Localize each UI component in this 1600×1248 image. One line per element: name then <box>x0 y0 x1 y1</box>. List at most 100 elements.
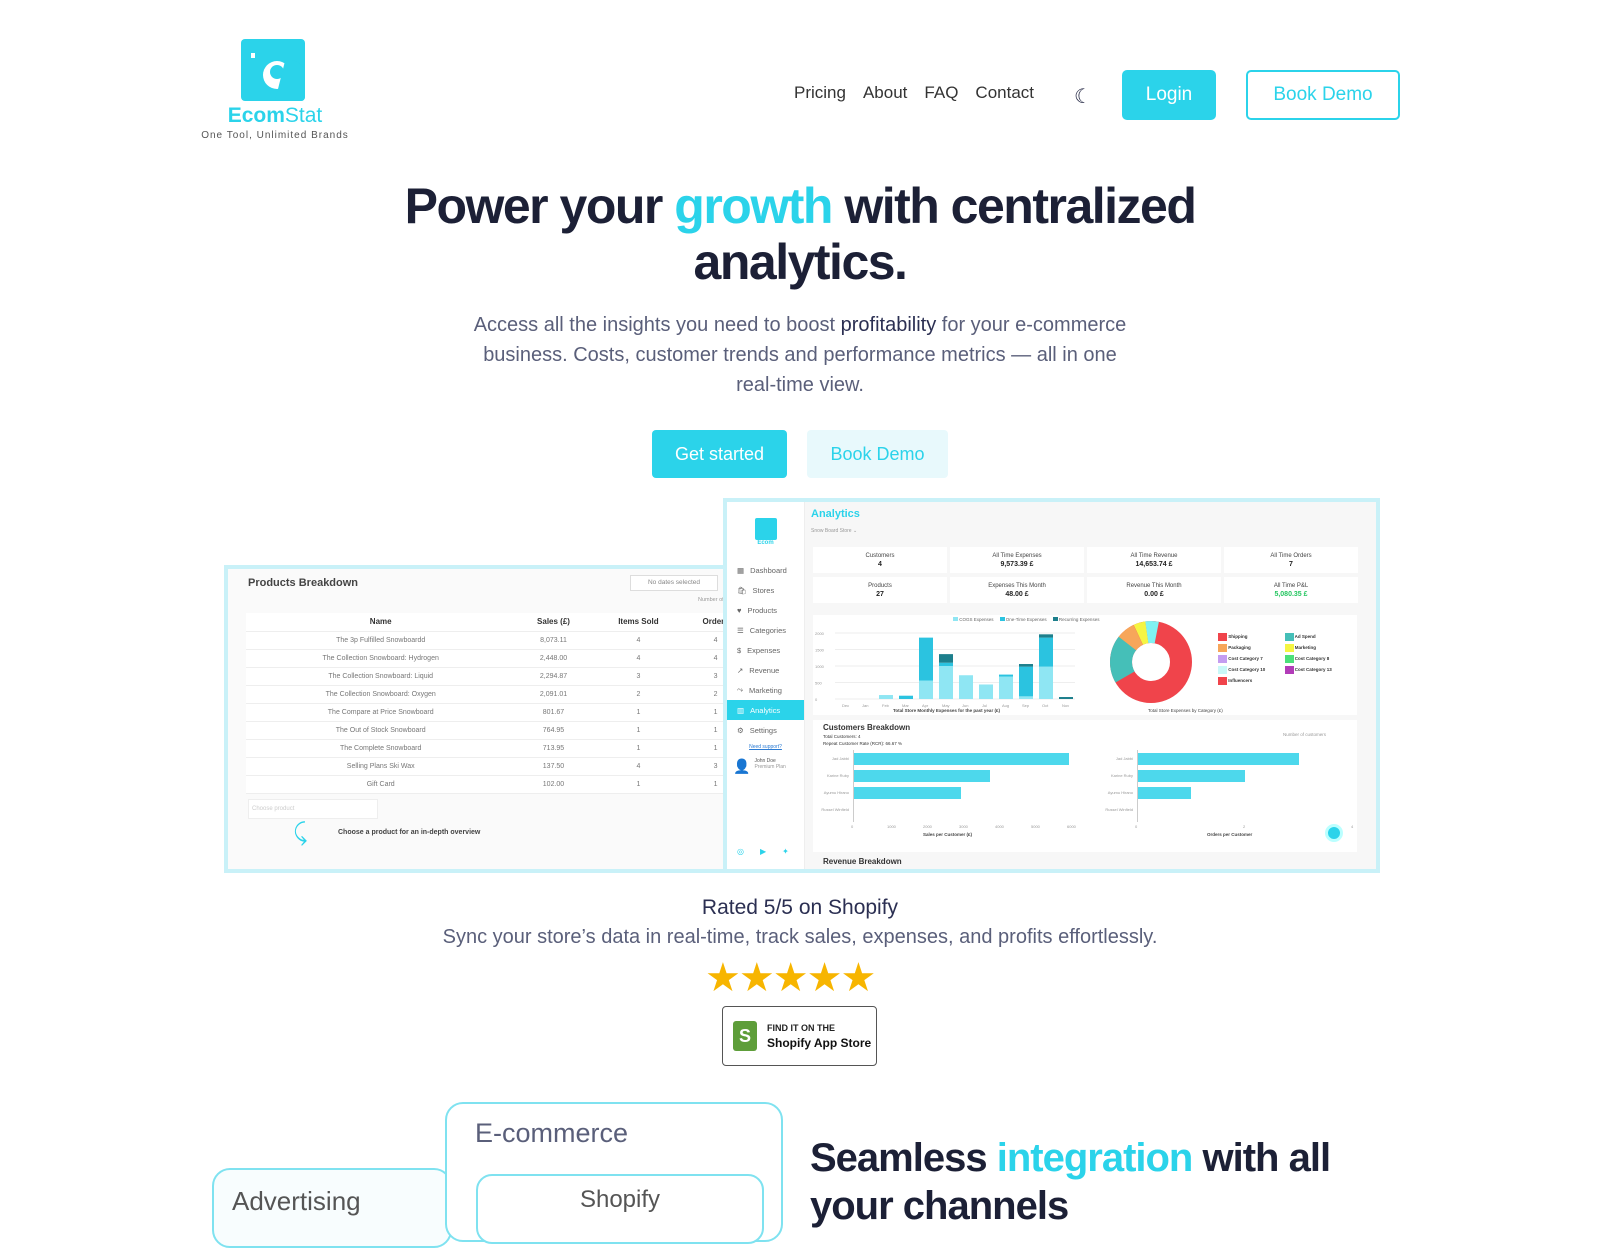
sidebar-item-settings[interactable]: ⚙ Settings <box>727 720 804 740</box>
legend-item[interactable]: COGS Expenses <box>953 617 994 622</box>
bar-segment <box>999 674 1013 677</box>
donut-legend-item[interactable]: Shipping <box>1218 633 1282 641</box>
customer-bar <box>853 753 1069 765</box>
sidebar-label: Stores <box>752 585 775 595</box>
sidebar-item-expenses[interactable]: $ Expenses <box>727 640 804 660</box>
nav-faq[interactable]: FAQ <box>924 83 958 103</box>
store-select[interactable]: Snow Board Store ⌄ <box>811 528 891 534</box>
table-cell: 4 <box>591 757 686 776</box>
donut-legend-item[interactable]: Ad Spend <box>1284 633 1349 641</box>
sidebar-item-dashboard[interactable]: ▦ Dashboard <box>727 560 804 580</box>
sidebar-item-revenue[interactable]: ↗ Revenue <box>727 660 804 680</box>
x-tick-label: 5000 <box>1031 824 1040 829</box>
nav-contact[interactable]: Contact <box>975 83 1034 103</box>
donut-legend-item[interactable]: Marketing <box>1284 644 1349 652</box>
sort-label: Number of <box>698 597 724 603</box>
stat-card: All Time Orders 7 <box>1224 547 1358 573</box>
card-shopify[interactable]: Shopify <box>476 1174 764 1244</box>
card-advertising[interactable]: Advertising <box>212 1168 452 1248</box>
donut-legend-item[interactable]: Cost Category 7 <box>1218 655 1282 663</box>
table-cell: 713.95 <box>515 739 592 758</box>
rating-subtitle: Sync your store’s data in real-time, tra… <box>442 926 1158 948</box>
sidebar-item-marketing[interactable]: ⤳ Marketing <box>727 680 804 700</box>
table-cell: 4 <box>591 631 686 650</box>
donut-legend-item[interactable]: Cost Category 8 <box>1284 655 1349 663</box>
category-label: Ayumu Hirano <box>1107 790 1133 795</box>
x-tick-label: 0 <box>1135 824 1138 829</box>
total-customers: Total Customers: 4 <box>823 734 861 739</box>
table-row[interactable]: The Complete Snowboard 713.95 1 1 <box>246 739 730 758</box>
dashboard-icon: ▦ <box>737 565 745 575</box>
legend-item[interactable]: Recurring Expenses <box>1052 617 1099 622</box>
integration-title: Seamless integration with all your chann… <box>810 1136 1331 1228</box>
table-cell: Selling Plans Ski Wax <box>246 757 516 776</box>
star-icon: ★ <box>772 956 809 1000</box>
table-row[interactable]: The Collection Snowboard: Oxygen 2,091.01… <box>246 685 730 704</box>
x-tick-label: Feb <box>882 703 890 708</box>
app-logo-icon <box>754 518 777 540</box>
sidebar-item-products[interactable]: ♥ Products <box>727 600 804 620</box>
customers-title: Customers Breakdown <box>823 723 911 732</box>
table-row[interactable]: The Compare at Price Snowboard 801.67 1 1 <box>246 703 730 722</box>
date-filter[interactable]: No dates selected <box>630 575 718 591</box>
donut-legend-item[interactable]: Cost Category 13 <box>1284 666 1349 674</box>
avatar: 👤 <box>733 758 751 774</box>
x-tick-label: 3000 <box>959 824 968 829</box>
expense-category-donut <box>1110 621 1192 703</box>
customer-bar <box>1137 770 1245 782</box>
x-tick-label: Sep <box>1022 703 1030 708</box>
stat-card: Expenses This Month 48.00 £ <box>950 577 1084 603</box>
column-header[interactable]: Sales (£) <box>515 613 592 632</box>
column-header[interactable]: Items Sold <box>591 613 686 632</box>
star-icon: ★ <box>806 956 843 1000</box>
table-row[interactable]: The 3p Fulfilled Snowboardd 8,073.11 4 4 <box>246 631 730 650</box>
sidebar-label: Categories <box>749 625 787 635</box>
table-row[interactable]: Gift Card 102.00 1 1 <box>246 775 730 794</box>
customer-bar <box>1137 753 1299 765</box>
shopify-app-store-badge[interactable]: S FIND IT ON THE Shopify App Store <box>722 1006 877 1066</box>
curved-arrow-icon: ⤹ <box>293 819 308 846</box>
table-cell: The Complete Snowboard <box>246 739 516 758</box>
y-tick-label: 2000 <box>815 631 825 636</box>
sidebar-item-categories[interactable]: ☰ Categories <box>727 620 804 640</box>
table-row[interactable]: The Collection Snowboard: Hydrogen 2,448.… <box>246 649 730 668</box>
twitter-icon[interactable]: ✦ <box>782 847 789 856</box>
get-started-button[interactable]: Get started <box>652 430 787 478</box>
bar-segment <box>1039 634 1053 638</box>
table-row[interactable]: The Collection Snowboard: Liquid 2,294.87… <box>246 667 730 686</box>
book-demo-button[interactable]: Book Demo <box>1246 70 1400 120</box>
donut-legend-item[interactable]: Cost Category 10 <box>1218 666 1282 674</box>
hero-book-demo-button[interactable]: Book Demo <box>807 430 948 478</box>
table-cell: The 3p Fulfilled Snowboardd <box>246 631 516 650</box>
table-row[interactable]: Selling Plans Ski Wax 137.50 4 3 <box>246 757 730 776</box>
chat-icon[interactable] <box>1325 824 1343 842</box>
nav-about[interactable]: About <box>863 83 907 103</box>
user-profile[interactable]: 👤 John Doe Premium Plan <box>727 750 804 783</box>
logo-icon[interactable] <box>241 39 305 101</box>
sidebar-item-analytics[interactable]: ▥ Analytics <box>727 700 804 720</box>
sidebar-label: Settings <box>749 725 777 735</box>
choose-product-select[interactable]: Choose product <box>248 799 378 819</box>
donut-legend-item[interactable]: Packaging <box>1218 644 1282 652</box>
category-label: Karine Ruby <box>1110 773 1133 778</box>
login-button[interactable]: Login <box>1122 70 1216 120</box>
table-row[interactable]: The Out of Stock Snowboard 764.95 1 1 <box>246 721 730 740</box>
instagram-icon[interactable]: ◎ <box>737 847 744 856</box>
customer-sort-select[interactable]: Number of customers <box>1283 732 1326 737</box>
sidebar-item-stores[interactable]: 🛍 Stores <box>727 580 804 600</box>
donut-legend-item[interactable]: Influencers <box>1218 677 1282 685</box>
table-cell: 137.50 <box>515 757 592 776</box>
bar-segment <box>1059 697 1073 699</box>
stores-icon: 🛍 <box>737 585 747 595</box>
stat-card: All Time Revenue 14,653.74 £ <box>1087 547 1221 573</box>
categories-icon: ☰ <box>737 625 744 635</box>
legend-item[interactable]: One-Time Expenses <box>999 617 1047 622</box>
nav-pricing[interactable]: Pricing <box>794 83 846 103</box>
column-header[interactable]: Name <box>246 613 516 632</box>
youtube-icon[interactable]: ▶ <box>760 847 766 856</box>
moon-icon[interactable]: ☾ <box>1074 84 1092 109</box>
badge-bottom-text: Shopify App Store <box>767 1036 872 1050</box>
x-tick-label: Nov <box>1062 703 1069 708</box>
expenses-charts: COGS Expenses One-Time Expenses Recurrin… <box>813 615 1357 715</box>
sidebar-label: Dashboard <box>750 565 787 575</box>
